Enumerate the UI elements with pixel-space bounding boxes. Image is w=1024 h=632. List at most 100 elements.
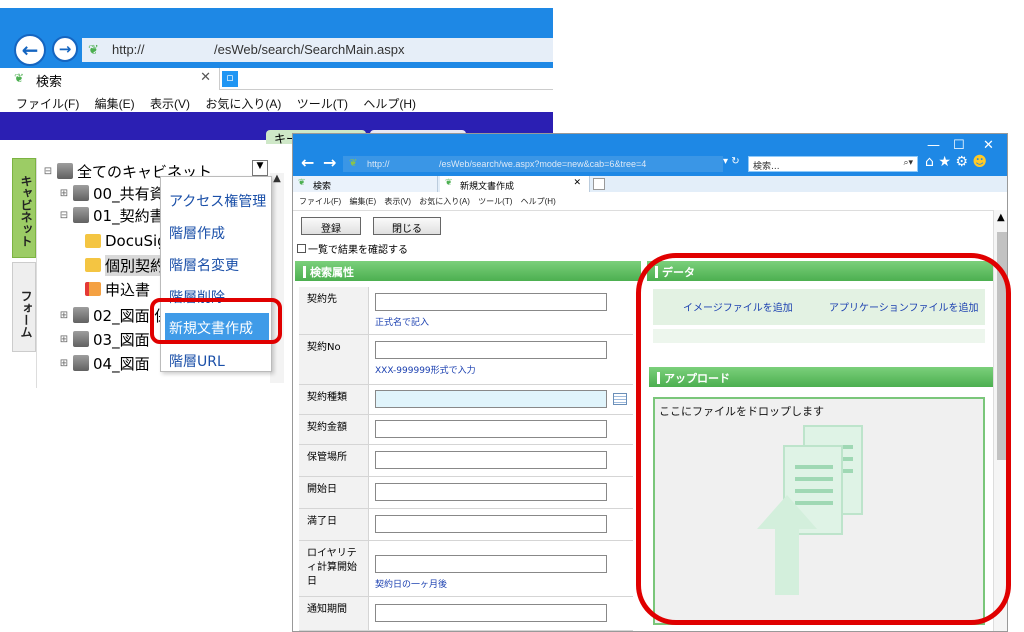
side-tabs: キャビネット フォーム <box>12 158 36 388</box>
folder-locked-icon <box>85 282 101 296</box>
contract-party-input[interactable] <box>375 293 607 311</box>
close-button[interactable]: 閉じる <box>373 217 441 235</box>
tree-scrollbar[interactable]: ▲ <box>270 173 284 383</box>
tree-item-selected[interactable]: 個別契約 <box>85 254 166 276</box>
form-row: 通知期間 <box>299 597 633 631</box>
minimize-icon[interactable]: — <box>927 138 940 153</box>
attribute-form: 契約先 正式名で記入 契約No XXX-999999形式で入力 契約種類 契約金… <box>299 287 633 631</box>
form-row: 契約No XXX-999999形式で入力 <box>299 335 633 385</box>
tree-item[interactable]: DocuSig <box>85 230 167 252</box>
expand-icon[interactable]: ⊞ <box>59 188 69 199</box>
expand-icon[interactable]: ⊞ <box>59 358 69 369</box>
dropdown-arrow-icon[interactable]: ▼ <box>252 160 268 176</box>
tree-item[interactable]: ⊞ 03_図面 <box>59 328 150 350</box>
register-button[interactable]: 登録 <box>301 217 361 235</box>
form-row: 契約金額 <box>299 415 633 445</box>
menu-view[interactable]: 表示(V) <box>150 97 190 111</box>
field-hint: 契約日の一ヶ月後 <box>375 580 448 590</box>
menu-tools[interactable]: ツール(T) <box>478 197 512 206</box>
tab-new-document[interactable]: ❦ 新規文書作成 ✕ <box>440 176 590 192</box>
new-tab-icon[interactable] <box>593 178 605 190</box>
smiley-icon[interactable]: ☻ <box>972 154 987 170</box>
contract-amount-input[interactable] <box>375 420 607 438</box>
tree-item[interactable]: ⊟ 01_契約書 <box>59 204 165 226</box>
menu-favorites[interactable]: お気に入り(A) <box>419 197 470 206</box>
menu-item-level-url[interactable]: 階層URL <box>169 351 225 371</box>
tree-item[interactable]: ⊞ 04_図面 <box>59 352 150 374</box>
menu-file[interactable]: ファイル(F) <box>16 97 79 111</box>
menu-tools[interactable]: ツール(T) <box>297 97 348 111</box>
search-icon[interactable]: ⌕▾ <box>903 158 913 168</box>
highlight-ring <box>150 298 282 344</box>
menu-help[interactable]: ヘルプ(H) <box>363 97 416 111</box>
toolbar-icons: ⌂ ★ ⚙ ☻ <box>925 154 987 170</box>
home-icon[interactable]: ⌂ <box>925 154 934 170</box>
expand-icon[interactable]: ⊞ <box>59 334 69 345</box>
collapse-icon[interactable]: ⊟ <box>43 166 53 177</box>
form-row: 開始日 <box>299 477 633 509</box>
cabinet-icon <box>57 163 73 179</box>
back-arrow-icon[interactable]: ← <box>301 153 321 173</box>
site-leaf-icon: ❦ <box>14 71 25 85</box>
url-field[interactable]: ❦ http:// /esWeb/search/SearchMain.aspx <box>82 38 553 62</box>
close-window-icon[interactable]: ✕ <box>983 138 994 153</box>
cabinet-icon <box>73 355 89 371</box>
expiry-date-input[interactable] <box>375 515 607 533</box>
confirm-list-checkbox[interactable]: 一覧で結果を確認する <box>297 241 408 256</box>
new-tab-icon[interactable]: ▫ <box>222 71 238 87</box>
royalty-start-input[interactable] <box>375 555 607 573</box>
url-field[interactable]: ❦ http:// /esWeb/search/we.aspx?mode=new… <box>343 156 723 172</box>
checkbox-box[interactable] <box>297 244 306 253</box>
forward-arrow-icon[interactable]: → <box>52 36 78 62</box>
folder-icon <box>85 258 101 272</box>
back-arrow-icon[interactable]: ← <box>14 34 46 66</box>
menu-help[interactable]: ヘルプ(H) <box>521 197 556 206</box>
menu-item-access-rights[interactable]: アクセス権管理 <box>169 191 266 211</box>
field-label: ロイヤリティ計算開始日 <box>299 541 369 596</box>
notice-period-input[interactable] <box>375 604 607 622</box>
field-hint: XXX-999999形式で入力 <box>375 366 476 376</box>
close-icon[interactable]: ✕ <box>200 70 211 85</box>
expand-icon[interactable]: ⊞ <box>59 310 69 321</box>
tree-item[interactable]: ⊞ 00_共有資 <box>59 182 165 204</box>
contract-no-input[interactable] <box>375 341 607 359</box>
close-icon[interactable]: ✕ <box>573 178 581 188</box>
tab-form[interactable]: フォーム <box>12 262 36 352</box>
field-hint: 正式名で記入 <box>375 318 430 328</box>
menu-favorites[interactable]: お気に入り(A) <box>205 97 281 111</box>
start-date-input[interactable] <box>375 483 607 501</box>
scroll-up-icon[interactable]: ▲ <box>997 212 1005 223</box>
field-label: 契約種類 <box>299 385 369 414</box>
menu-edit[interactable]: 編集(E) <box>349 197 376 206</box>
field-label: 満了日 <box>299 509 369 540</box>
star-icon[interactable]: ★ <box>938 154 951 170</box>
tab-search[interactable]: ❦ 検索 ✕ <box>0 68 220 90</box>
cabinet-icon <box>73 185 89 201</box>
field-label: 契約先 <box>299 287 369 334</box>
maximize-icon[interactable]: ☐ <box>953 138 965 153</box>
menu-file[interactable]: ファイル(F) <box>299 197 341 206</box>
contract-type-input[interactable] <box>375 390 607 408</box>
menu-item-rename-level[interactable]: 階層名変更 <box>169 255 239 275</box>
menu-view[interactable]: 表示(V) <box>384 197 411 206</box>
list-picker-icon[interactable] <box>613 393 627 405</box>
search-input[interactable]: 検索... ⌕▾ <box>748 156 918 172</box>
menu-item-create-level[interactable]: 階層作成 <box>169 223 225 243</box>
highlight-ring <box>636 253 1011 625</box>
tab-search[interactable]: ❦ 検索 <box>293 176 438 192</box>
title-bar: — ☐ ✕ ← → ❦ http:// /esWeb/search/we.asp… <box>293 134 1007 192</box>
menu-edit[interactable]: 編集(E) <box>95 97 135 111</box>
form-row: 満了日 <box>299 509 633 541</box>
collapse-icon[interactable]: ⊟ <box>59 210 69 221</box>
storage-location-input[interactable] <box>375 451 607 469</box>
gear-icon[interactable]: ⚙ <box>955 154 968 170</box>
field-label: 通知期間 <box>299 597 369 630</box>
search-attributes-header: 検索属性 <box>295 261 641 281</box>
forward-arrow-icon[interactable]: → <box>323 153 343 173</box>
menu-bar: ファイル(F) 編集(E) 表示(V) お気に入り(A) ツール(T) ヘルプ(… <box>0 92 553 112</box>
refresh-icon[interactable]: ▾ ↻ <box>723 156 743 172</box>
tab-cabinet[interactable]: キャビネット <box>12 158 36 258</box>
tree-item[interactable]: 申込書 <box>85 278 150 300</box>
field-label: 開始日 <box>299 477 369 508</box>
cabinet-icon <box>73 307 89 323</box>
